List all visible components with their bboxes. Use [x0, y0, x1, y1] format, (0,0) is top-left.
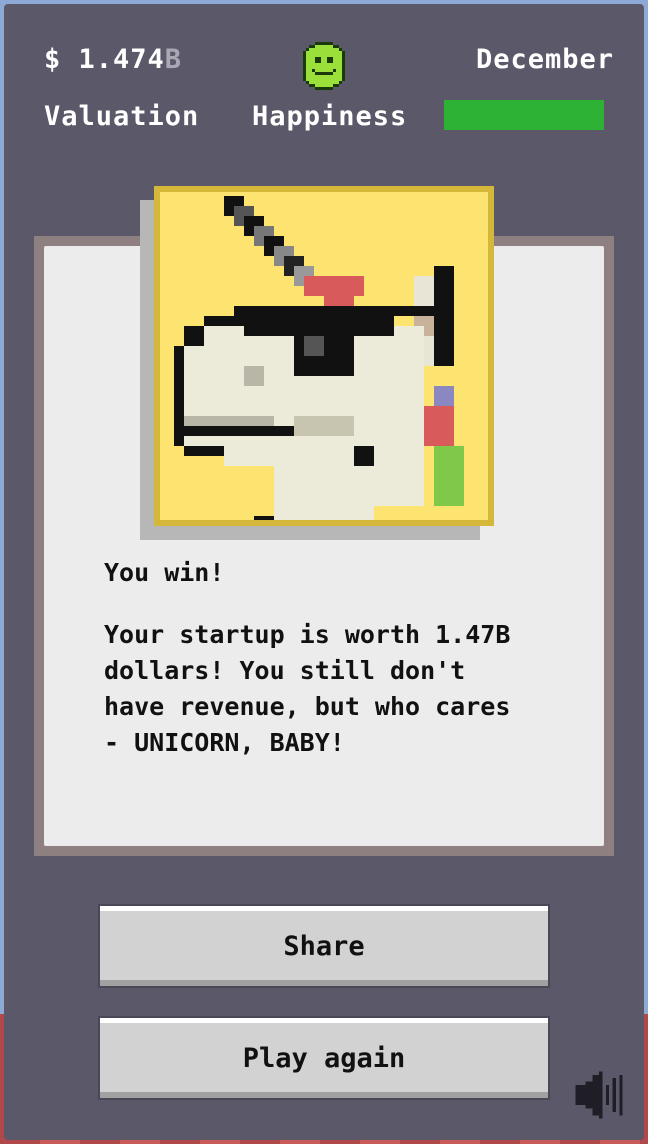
share-button[interactable]: Share	[100, 906, 548, 986]
result-title: You win!	[104, 558, 225, 587]
play-again-button[interactable]: Play again	[100, 1018, 548, 1098]
speaker-icon[interactable]	[572, 1068, 626, 1122]
valuation-value: $ 1.474B	[44, 44, 182, 75]
result-message: Your startup is worth 1.47B dollars! You…	[104, 620, 511, 757]
unicorn-with-sunglasses-icon	[174, 196, 464, 526]
valuation-label: Valuation	[44, 101, 200, 132]
happiness-label: Happiness	[252, 101, 408, 132]
valuation-number: $ 1.474	[44, 44, 165, 75]
unicorn-portrait	[154, 186, 494, 526]
valuation-unit: B	[164, 44, 183, 75]
smiley-face-icon	[303, 42, 345, 90]
month-label: December	[476, 44, 615, 75]
happiness-bar-fill	[444, 100, 604, 130]
happiness-bar	[444, 100, 604, 130]
